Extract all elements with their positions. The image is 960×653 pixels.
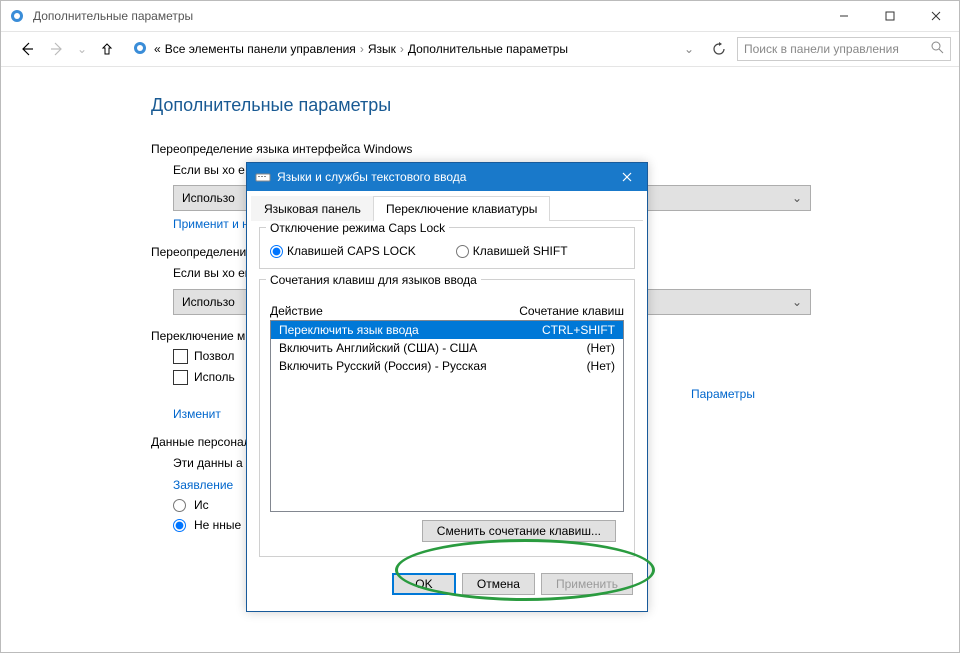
change-link[interactable]: Изменит	[173, 407, 221, 421]
list-item[interactable]: Включить Английский (США) - США(Нет)	[271, 339, 623, 357]
dialog-title: Языки и службы текстового ввода	[277, 170, 607, 184]
dialog-titlebar: Языки и службы текстового ввода	[247, 163, 647, 191]
checkbox-icon	[173, 349, 188, 364]
dialog-close-button[interactable]	[607, 163, 647, 191]
column-action: Действие	[270, 304, 519, 318]
control-panel-small-icon	[132, 40, 148, 59]
close-button[interactable]	[913, 1, 959, 31]
group-legend: Отключение режима Caps Lock	[266, 221, 449, 235]
tab-keyboard-switch[interactable]: Переключение клавиатуры	[373, 196, 550, 221]
list-item-action: Включить Английский (США) - США	[279, 341, 587, 355]
list-item-action: Переключить язык ввода	[279, 323, 542, 337]
search-placeholder: Поиск в панели управления	[744, 42, 931, 56]
keyboard-icon	[255, 169, 271, 185]
capslock-radio-shift[interactable]: Клавишей SHIFT	[456, 244, 568, 258]
control-panel-icon	[9, 8, 25, 24]
list-item-hotkey: (Нет)	[587, 341, 615, 355]
search-icon	[931, 41, 944, 57]
chevron-right-icon: ›	[360, 42, 364, 56]
statement-link[interactable]: Заявление	[173, 478, 233, 492]
parameters-link[interactable]: Параметры	[691, 387, 755, 401]
navbar: ⌄ « Все элементы панели управления › Язы…	[1, 31, 959, 67]
page-title: Дополнительные параметры	[151, 95, 959, 116]
radio-icon	[270, 245, 283, 258]
cancel-button[interactable]: Отмена	[462, 573, 535, 595]
breadcrumb: « Все элементы панели управления › Язык …	[154, 42, 568, 56]
hotkeys-group: Сочетания клавиш для языков ввода Действ…	[259, 279, 635, 557]
breadcrumb-item[interactable]: Язык	[368, 42, 396, 56]
checkbox-icon	[173, 370, 188, 385]
minimize-button[interactable]	[821, 1, 867, 31]
apply-button[interactable]: Применить	[541, 573, 633, 595]
search-input[interactable]: Поиск в панели управления	[737, 37, 951, 61]
checkbox-label: Исполь	[194, 370, 235, 384]
list-item[interactable]: Включить Русский (Россия) - Русская(Нет)	[271, 357, 623, 375]
ok-button[interactable]: OK	[392, 573, 456, 595]
column-hotkey: Сочетание клавиш	[519, 304, 624, 318]
chevron-down-icon: ⌄	[792, 191, 802, 205]
breadcrumb-item[interactable]: Дополнительные параметры	[408, 42, 568, 56]
capslock-radio-caps[interactable]: Клавишей CAPS LOCK	[270, 244, 416, 258]
radio-icon	[173, 499, 186, 512]
section-title: Переопределение языка интерфейса Windows	[151, 142, 959, 156]
list-header: Действие Сочетание клавиш	[270, 304, 624, 318]
forward-button[interactable]	[45, 37, 69, 61]
back-button[interactable]	[15, 37, 39, 61]
group-legend: Сочетания клавиш для языков ввода	[266, 273, 481, 287]
address-bar[interactable]: « Все элементы панели управления › Язык …	[125, 37, 701, 62]
chevron-right-icon: ›	[400, 42, 404, 56]
list-item-hotkey: CTRL+SHIFT	[542, 323, 615, 337]
titlebar: Дополнительные параметры	[1, 1, 959, 31]
checkbox-label: Позвол	[194, 349, 234, 363]
refresh-button[interactable]	[707, 37, 731, 61]
recent-dropdown-icon[interactable]: ⌄	[75, 37, 89, 61]
up-button[interactable]	[95, 37, 119, 61]
maximize-button[interactable]	[867, 1, 913, 31]
radio-icon	[173, 519, 186, 532]
text-services-dialog: Языки и службы текстового ввода Языковая…	[246, 162, 648, 612]
list-item-action: Включить Русский (Россия) - Русская	[279, 359, 587, 373]
breadcrumb-item[interactable]: Все элементы панели управления	[165, 42, 356, 56]
address-dropdown-icon[interactable]: ⌄	[684, 42, 694, 56]
list-item[interactable]: Переключить язык вводаCTRL+SHIFT	[271, 321, 623, 339]
chevron-down-icon: ⌄	[792, 295, 802, 309]
capslock-group: Отключение режима Caps Lock Клавишей CAP…	[259, 227, 635, 269]
dialog-footer: OK Отмена Применить	[251, 567, 643, 603]
radio-icon	[456, 245, 469, 258]
radio-label: Не нные	[194, 518, 241, 532]
change-hotkey-button[interactable]: Сменить сочетание клавиш...	[422, 520, 616, 542]
radio-label: Ис	[194, 498, 209, 512]
hotkeys-list[interactable]: Переключить язык вводаCTRL+SHIFTВключить…	[270, 320, 624, 512]
tab-strip: Языковая панель Переключение клавиатуры	[251, 195, 643, 221]
list-item-hotkey: (Нет)	[587, 359, 615, 373]
breadcrumb-prefix: «	[154, 42, 161, 56]
dialog-body: Языковая панель Переключение клавиатуры …	[247, 191, 647, 611]
window-buttons	[821, 1, 959, 31]
tab-language-bar[interactable]: Языковая панель	[251, 196, 374, 221]
window-title: Дополнительные параметры	[33, 9, 821, 23]
